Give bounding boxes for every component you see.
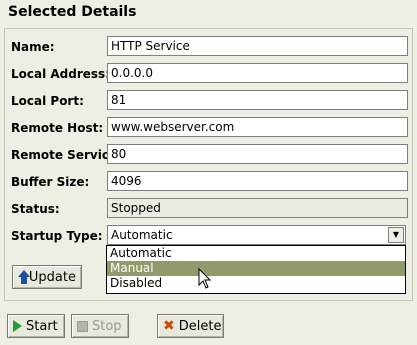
- start-button-label: Start: [26, 318, 58, 334]
- update-button[interactable]: Update: [12, 265, 82, 289]
- delete-button-label: Delete: [178, 318, 222, 334]
- buffer-size-row: Buffer Size: 4096: [5, 171, 412, 193]
- startup-type-row: Startup Type: Automatic ▼: [5, 225, 412, 247]
- start-button[interactable]: Start: [7, 314, 65, 338]
- status-field: Stopped: [107, 198, 408, 218]
- name-field[interactable]: HTTP Service: [107, 36, 408, 56]
- name-label: Name:: [11, 40, 55, 54]
- name-row: Name: HTTP Service: [5, 36, 412, 58]
- buffer-size-field[interactable]: 4096: [107, 171, 408, 191]
- stop-button-label: Stop: [92, 318, 122, 334]
- local-port-field[interactable]: 81: [107, 90, 408, 110]
- local-port-label: Local Port:: [11, 94, 84, 108]
- update-button-label: Update: [28, 269, 76, 285]
- mouse-cursor-icon: [198, 268, 212, 289]
- page-title: Selected Details: [8, 4, 137, 20]
- stop-icon: [77, 320, 88, 332]
- status-label: Status:: [11, 202, 60, 216]
- option-manual[interactable]: Manual: [107, 261, 405, 276]
- local-address-field[interactable]: 0.0.0.0: [107, 63, 408, 83]
- startup-type-select[interactable]: Automatic ▼: [107, 225, 406, 245]
- local-port-row: Local Port: 81: [5, 90, 412, 112]
- remote-host-field[interactable]: www.webserver.com: [107, 117, 408, 137]
- startup-type-dropdown[interactable]: Automatic Manual Disabled: [106, 245, 406, 294]
- option-automatic[interactable]: Automatic: [107, 246, 405, 261]
- remote-host-row: Remote Host: www.webserver.com: [5, 117, 412, 139]
- remote-service-label: Remote Service:: [11, 148, 122, 162]
- startup-type-value: Automatic: [111, 228, 173, 242]
- local-address-label: Local Address:: [11, 67, 110, 81]
- remote-host-label: Remote Host:: [11, 121, 104, 135]
- delete-button[interactable]: ✖ Delete: [157, 314, 224, 338]
- play-icon: [13, 320, 22, 332]
- buffer-size-label: Buffer Size:: [11, 175, 90, 189]
- chevron-down-icon[interactable]: ▼: [388, 227, 404, 243]
- local-address-row: Local Address: 0.0.0.0: [5, 63, 412, 85]
- status-row: Status: Stopped: [5, 198, 412, 220]
- stop-button[interactable]: Stop: [71, 314, 129, 338]
- up-arrow-icon: [18, 270, 30, 284]
- remote-service-row: Remote Service: 80: [5, 144, 412, 166]
- x-icon: ✖: [163, 318, 175, 334]
- option-disabled[interactable]: Disabled: [107, 276, 405, 291]
- startup-type-label: Startup Type:: [11, 229, 103, 243]
- remote-service-field[interactable]: 80: [107, 144, 408, 164]
